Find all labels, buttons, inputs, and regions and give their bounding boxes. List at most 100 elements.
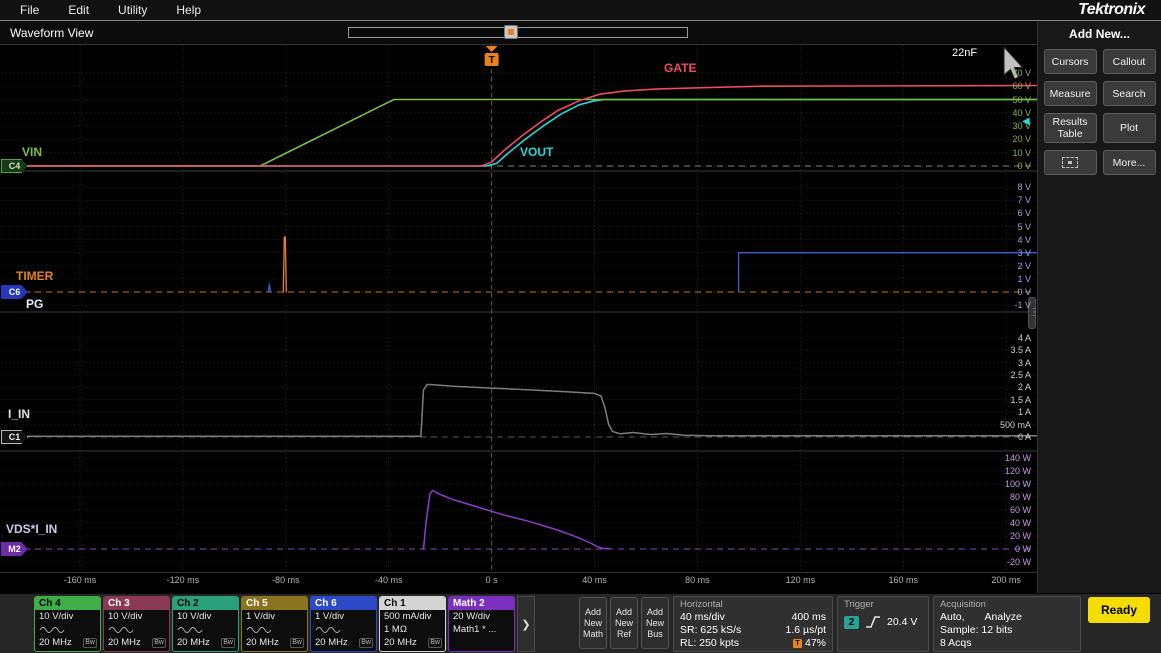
trace-VIN	[7, 98, 1037, 167]
channel-badge-ch4[interactable]: Ch 4 10 V/div 20 MHz Bw	[34, 596, 101, 652]
x-axis-tick: 80 ms	[685, 575, 710, 585]
record-length: RL: 250 kpts	[680, 637, 739, 649]
trigger-position-percent: 47%	[804, 637, 826, 649]
tektronix-logo: Tektronix	[1078, 1, 1145, 18]
channel-badge-label: Ch 1	[380, 597, 445, 610]
waveform-icon	[39, 626, 65, 633]
sample-rate: SR: 625 kS/s	[680, 624, 742, 636]
add-results-table-button[interactable]: Results Table	[1043, 113, 1097, 143]
badge-scroll-right-button[interactable]: ❯	[517, 596, 535, 652]
add-new-grid: Cursors Callout Measure Search Results T…	[1038, 49, 1161, 175]
add-measure-button[interactable]: Measure	[1043, 81, 1097, 106]
channel-badge-math2[interactable]: Math 2 20 W/div Math1 * ...	[448, 596, 515, 652]
bandwidth-limit-icon: Bw	[152, 637, 166, 648]
channel-badge-ch5[interactable]: Ch 51 V/div 20 MHz Bw	[241, 596, 308, 652]
channel-badge-ch6[interactable]: Ch 61 V/div 20 MHz Bw	[310, 596, 377, 652]
acquisition-title: Acquisition	[940, 599, 986, 610]
waveform-view-tab[interactable]: Waveform View	[10, 26, 93, 40]
add-new-bus-button[interactable]: Add New Bus	[641, 597, 669, 649]
acquisition-panel[interactable]: Acquisition Auto, Analyze Sample: 12 bit…	[933, 596, 1081, 652]
channel-badge-label: Ch 6	[311, 597, 376, 610]
x-axis-tick: -160 ms	[63, 575, 97, 585]
menu-utility[interactable]: Utility	[118, 3, 147, 17]
add-plot-button[interactable]: Plot	[1102, 113, 1156, 143]
bandwidth-limit-icon: Bw	[290, 637, 304, 648]
menu-edit[interactable]: Edit	[68, 3, 89, 17]
trigger-panel[interactable]: Trigger 2 20.4 V	[837, 596, 929, 652]
waveform-icon	[108, 626, 134, 633]
add-cursors-button[interactable]: Cursors	[1043, 49, 1097, 74]
add-new-sidebar: Add New... Cursors Callout Measure Searc…	[1037, 20, 1161, 593]
trace-PG	[267, 283, 272, 293]
sample-bits: Sample: 12 bits	[940, 624, 1013, 636]
tekscope-app: File Edit Utility Help Tektronix Wavefor…	[0, 0, 1161, 653]
mouse-cursor	[1003, 45, 1024, 80]
x-axis-tick: 200 ms	[991, 575, 1021, 585]
trigger-level: 20.4 V	[887, 616, 918, 628]
horizontal-title: Horizontal	[680, 599, 723, 610]
trace-PG	[737, 252, 1037, 293]
menu-bar: File Edit Utility Help Tektronix	[0, 0, 1161, 20]
waveform-plot[interactable]: T ⋮ 70 V 60 V 50 V 40 V 30 V 20 V 10 V0 V8 V7 …	[0, 45, 1039, 573]
channel-badge-label: Math 2	[449, 597, 514, 610]
channel-bandwidth-row: 20 MHz Bw	[384, 637, 442, 648]
acquisition-mode: Auto,	[940, 611, 965, 623]
channel-scale: 20 W/div	[453, 611, 490, 622]
channel-badge-label: Ch 3	[104, 597, 169, 610]
x-axis-tick: 40 ms	[582, 575, 607, 585]
channel-scale: 1 V/div	[315, 611, 345, 622]
waveform-tabstrip: Waveform View	[0, 21, 1037, 45]
channel-badge-label: Ch 4	[35, 597, 100, 610]
menu-file[interactable]: File	[20, 3, 39, 17]
rising-edge-icon	[866, 616, 880, 628]
menu-help[interactable]: Help	[176, 3, 201, 17]
trace-VOUT	[7, 98, 1037, 167]
horizontal-window: 400 ms	[791, 611, 826, 623]
channel-bandwidth-row: 20 MHz Bw	[177, 637, 235, 648]
waveform-icon	[246, 626, 272, 633]
svg-text:T: T	[489, 55, 495, 66]
x-axis-tick: 0 s	[485, 575, 498, 585]
trace-I_IN	[7, 383, 1037, 438]
add-search-button[interactable]: Search	[1102, 81, 1156, 106]
channel-badge-ch3[interactable]: Ch 3 10 V/div 20 MHz Bw	[103, 596, 170, 652]
waveform-view-panel: Waveform View T ⋮ 70 V 60 V 50 V 40 V 30 V 20…	[0, 20, 1039, 593]
channel-scale: 1 V/div	[246, 611, 276, 622]
waveform-icon	[177, 626, 203, 633]
bandwidth-limit-icon: Bw	[428, 637, 442, 648]
bandwidth-limit-icon: Bw	[359, 637, 373, 648]
channel-scale: 10 V/div	[177, 611, 212, 622]
waveform-icon	[315, 626, 341, 633]
pan-zoom-handle[interactable]	[504, 25, 518, 39]
channel-scale: 10 V/div	[39, 611, 74, 622]
draw-a-box-button[interactable]	[1043, 150, 1097, 175]
channel-badges-row: Ch 4 10 V/div 20 MHz Bw Ch 3 10 V/div 20 MHz Bw…	[34, 594, 515, 652]
ready-indicator[interactable]: Ready	[1088, 597, 1150, 623]
waveform-svg: T	[0, 45, 1037, 573]
channel-badge-ch1[interactable]: Ch 1 500 mA/div 1 MΩ 20 MHz Bw	[379, 596, 446, 652]
add-new-math-button[interactable]: Add New Math	[579, 597, 607, 649]
channel-bandwidth-row: 20 MHz Bw	[246, 637, 304, 648]
acquisition-analyze: Analyze	[984, 611, 1022, 623]
acquisition-count: 8 Acqs	[940, 637, 972, 649]
channel-badge-label: Ch 2	[173, 597, 238, 610]
x-axis-tick: -80 ms	[272, 575, 300, 585]
trace-TIMER	[282, 236, 287, 293]
horizontal-pan-indicator[interactable]	[348, 25, 688, 39]
add-new-ref-button[interactable]: Add New Ref	[610, 597, 638, 649]
channel-bandwidth-row: 20 MHz Bw	[108, 637, 166, 648]
channel-bandwidth-row: 20 MHz Bw	[39, 637, 97, 648]
add-source-buttons: Add New Math Add New Ref Add New Bus	[579, 594, 669, 649]
add-new-title: Add New...	[1069, 27, 1130, 41]
x-axis-tick: 160 ms	[888, 575, 918, 585]
bandwidth-limit-icon: Bw	[83, 637, 97, 648]
more-button[interactable]: More...	[1102, 150, 1156, 175]
draw-a-box-icon	[1062, 157, 1078, 168]
add-callout-button[interactable]: Callout	[1102, 49, 1156, 74]
bandwidth-limit-icon: Bw	[221, 637, 235, 648]
channel-badge-ch2[interactable]: Ch 2 10 V/div 20 MHz Bw	[172, 596, 239, 652]
x-axis-tick: -120 ms	[166, 575, 200, 585]
horizontal-panel[interactable]: Horizontal 40 ms/div 400 ms SR: 625 kS/s…	[673, 596, 833, 652]
channel-detail: 1 MΩ	[384, 624, 407, 635]
channel-scale: 10 V/div	[108, 611, 143, 622]
